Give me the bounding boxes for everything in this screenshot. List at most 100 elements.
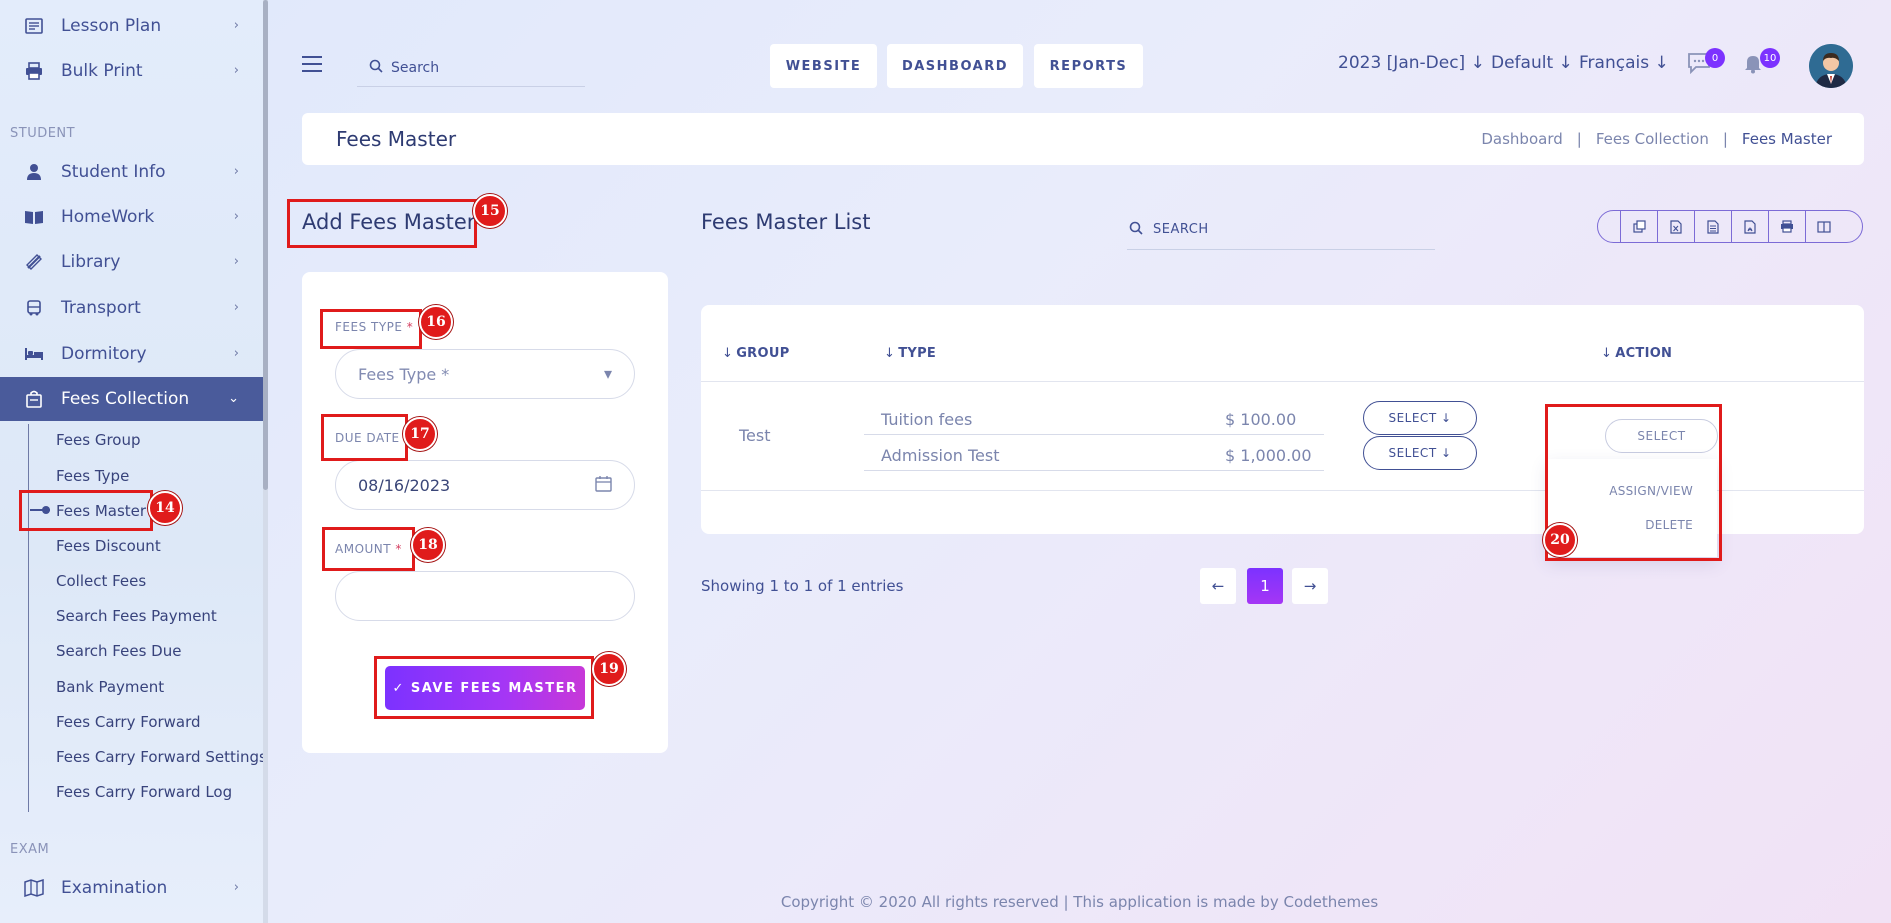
annotation-marker: 19 bbox=[592, 652, 626, 686]
notifications-button[interactable]: 10 bbox=[1742, 48, 1780, 78]
annotation-marker: 17 bbox=[403, 417, 437, 451]
avatar[interactable] bbox=[1809, 44, 1853, 88]
sort-arrow-icon: ↓ bbox=[722, 346, 734, 361]
pdf-icon[interactable] bbox=[1731, 211, 1768, 242]
submenu-item-search-fees-payment[interactable]: Search Fees Payment bbox=[56, 607, 217, 625]
bus-icon bbox=[24, 298, 44, 318]
sidebar-item-label: Student Info bbox=[61, 162, 166, 182]
columns-icon[interactable] bbox=[1805, 211, 1842, 242]
search-icon bbox=[1129, 221, 1143, 239]
caret-down-icon: ▾ bbox=[603, 364, 612, 383]
sidebar-item-student-info[interactable]: Student Info › bbox=[0, 150, 263, 194]
chevron-right-icon: › bbox=[233, 254, 239, 269]
fees-type-label-text: FEES TYPE bbox=[335, 320, 403, 334]
user-avatar-icon bbox=[1809, 44, 1853, 88]
section-label-exam: EXAM bbox=[10, 842, 50, 857]
submenu-item-fees-carry-forward-log[interactable]: Fees Carry Forward Log bbox=[56, 783, 232, 801]
sidebar-item-fees-collection[interactable]: Fees Collection ⌄ bbox=[0, 377, 263, 421]
copy-icon[interactable] bbox=[1620, 211, 1657, 242]
arrow-down-icon: ↓ bbox=[1436, 446, 1452, 460]
column-header-action[interactable]: ↓ ACTION bbox=[1601, 346, 1672, 361]
breadcrumb-current: Fees Master bbox=[1741, 130, 1832, 148]
calendar-icon[interactable] bbox=[595, 475, 612, 496]
footer-copyright: Copyright © 2020 All rights reserved | T… bbox=[780, 893, 1379, 911]
submenu-item-search-fees-due[interactable]: Search Fees Due bbox=[56, 642, 181, 660]
chevron-right-icon: › bbox=[233, 18, 239, 33]
type-select-button[interactable]: SELECT ↓ bbox=[1363, 436, 1477, 470]
library-icon bbox=[24, 252, 44, 272]
sidebar-item-bulk-print[interactable]: Bulk Print › bbox=[0, 49, 263, 93]
chevron-right-icon: › bbox=[233, 300, 239, 315]
list-search-input[interactable]: SEARCH bbox=[1127, 210, 1435, 250]
submenu-item-fees-group[interactable]: Fees Group bbox=[56, 431, 141, 449]
sidebar-item-label: Dormitory bbox=[61, 344, 147, 364]
save-fees-master-label: SAVE FEES MASTER bbox=[410, 680, 578, 696]
amount-input[interactable] bbox=[335, 571, 635, 621]
school-select[interactable]: Default ↓ bbox=[1491, 53, 1573, 73]
sort-arrow-icon: ↓ bbox=[884, 346, 896, 361]
sidebar-item-label: Transport bbox=[61, 298, 141, 318]
submenu-item-fees-carry-forward[interactable]: Fees Carry Forward bbox=[56, 713, 201, 731]
annotation-marker: 15 bbox=[473, 194, 507, 228]
printer-icon bbox=[24, 61, 44, 81]
form-title: Add Fees Master bbox=[302, 210, 476, 234]
pagination-page-button[interactable]: 1 bbox=[1247, 568, 1283, 604]
annotation-marker: 14 bbox=[148, 491, 182, 525]
student-icon bbox=[24, 162, 44, 182]
required-mark: * bbox=[402, 320, 414, 334]
language-select[interactable]: Français ↓ bbox=[1579, 53, 1669, 73]
excel-icon[interactable] bbox=[1657, 211, 1694, 242]
due-date-label: DUE DATE bbox=[335, 431, 400, 445]
sidebar-item-lesson-plan[interactable]: Lesson Plan › bbox=[0, 4, 263, 48]
reports-button[interactable]: REPORTS bbox=[1034, 44, 1143, 88]
menu-item-delete[interactable]: DELETE bbox=[1645, 518, 1693, 532]
chevron-right-icon: › bbox=[233, 164, 239, 179]
menu-toggle-icon[interactable] bbox=[302, 56, 322, 72]
type-select-label: SELECT bbox=[1388, 446, 1437, 460]
submenu-item-bank-payment[interactable]: Bank Payment bbox=[56, 678, 164, 696]
submenu-item-fees-master[interactable]: Fees Master bbox=[56, 502, 146, 520]
save-fees-master-button[interactable]: ✓ SAVE FEES MASTER bbox=[385, 666, 585, 710]
menu-item-assign-view[interactable]: ASSIGN/VIEW bbox=[1609, 484, 1693, 498]
chevron-right-icon: › bbox=[233, 63, 239, 78]
arrow-down-icon: ↓ bbox=[1470, 53, 1485, 73]
submenu-item-fees-type[interactable]: Fees Type bbox=[56, 467, 129, 485]
sidebar-item-label: Fees Collection bbox=[61, 389, 190, 409]
due-date-input[interactable]: 08/16/2023 bbox=[335, 460, 635, 510]
submenu-item-fees-discount[interactable]: Fees Discount bbox=[56, 537, 161, 555]
sidebar-item-dormitory[interactable]: Dormitory › bbox=[0, 332, 263, 376]
csv-icon[interactable] bbox=[1694, 211, 1731, 242]
header-search-input[interactable]: Search bbox=[357, 49, 585, 87]
sidebar-item-library[interactable]: Library › bbox=[0, 240, 263, 284]
notifications-badge: 10 bbox=[1760, 48, 1780, 68]
sidebar-scrollbar[interactable] bbox=[263, 0, 268, 490]
cell-type-amount: $ 100.00 bbox=[1225, 410, 1297, 429]
arrow-down-icon: ↓ bbox=[1654, 53, 1669, 73]
dashboard-button[interactable]: DASHBOARD bbox=[887, 44, 1023, 88]
submenu-item-collect-fees[interactable]: Collect Fees bbox=[56, 572, 146, 590]
breadcrumb: Dashboard | Fees Collection | Fees Maste… bbox=[1481, 130, 1832, 148]
column-header-type[interactable]: ↓ TYPE bbox=[884, 346, 936, 361]
sidebar-item-transport[interactable]: Transport › bbox=[0, 286, 263, 330]
column-header-group-label: GROUP bbox=[736, 346, 790, 361]
annotation-marker: 18 bbox=[411, 528, 445, 562]
website-button[interactable]: WEBSITE bbox=[770, 44, 877, 88]
pagination-next-button[interactable]: → bbox=[1292, 568, 1328, 604]
messages-button[interactable]: 0 bbox=[1687, 48, 1725, 78]
list-title: Fees Master List bbox=[701, 210, 871, 234]
sidebar-item-label: HomeWork bbox=[61, 207, 155, 227]
pagination-prev-button[interactable]: ← bbox=[1200, 568, 1236, 604]
column-header-group[interactable]: ↓ GROUP bbox=[722, 346, 790, 361]
breadcrumb-link-dashboard[interactable]: Dashboard bbox=[1481, 130, 1562, 148]
fees-type-select[interactable]: Fees Type * ▾ bbox=[335, 349, 635, 399]
amount-label-text: AMOUNT bbox=[335, 542, 392, 556]
sidebar-item-homework[interactable]: HomeWork › bbox=[0, 195, 263, 239]
messages-badge: 0 bbox=[1705, 48, 1725, 68]
session-select[interactable]: 2023 [Jan-Dec] ↓ bbox=[1338, 53, 1485, 73]
submenu-item-fees-carry-forward-settings[interactable]: Fees Carry Forward Settings bbox=[56, 748, 267, 766]
breadcrumb-link-fees-collection[interactable]: Fees Collection bbox=[1596, 130, 1709, 148]
action-select-button[interactable]: SELECT bbox=[1605, 419, 1718, 453]
print-icon[interactable] bbox=[1768, 211, 1805, 242]
type-select-button[interactable]: SELECT ↓ bbox=[1363, 401, 1477, 435]
type-row-divider bbox=[864, 470, 1324, 471]
